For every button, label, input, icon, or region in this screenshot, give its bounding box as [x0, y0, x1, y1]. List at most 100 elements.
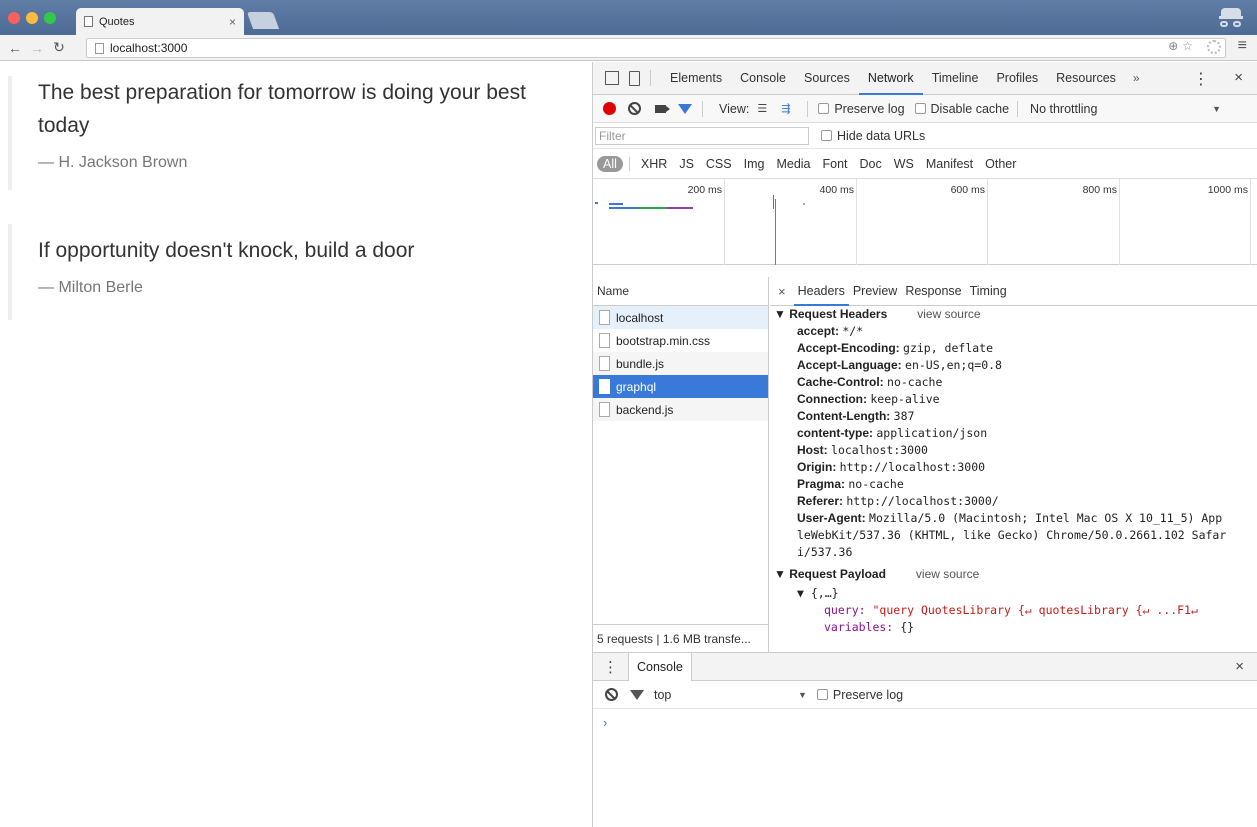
timeline-label: 600 ms [950, 184, 985, 196]
device-mode-icon[interactable] [629, 70, 640, 86]
extension-icon[interactable] [1207, 40, 1221, 54]
close-details-icon[interactable]: × [770, 284, 794, 299]
filter-icon[interactable] [678, 103, 692, 114]
capture-screenshots-icon[interactable] [655, 104, 670, 113]
overview-icon[interactable]: ⇶ [781, 102, 797, 115]
close-tab-icon[interactable]: × [229, 15, 236, 29]
url-text: localhost:3000 [110, 41, 188, 55]
throttling-select[interactable]: No throttling [1030, 102, 1097, 116]
type-other[interactable]: Other [980, 157, 1021, 171]
checkbox[interactable] [821, 130, 832, 141]
divider [702, 100, 703, 117]
tab-preview[interactable]: Preview [849, 277, 901, 306]
forward-icon[interactable]: → [26, 40, 48, 56]
quote-text: If opportunity doesn't knock, build a do… [38, 239, 415, 262]
reload-icon[interactable]: ↻ [48, 39, 70, 56]
tab-console[interactable]: Console [731, 62, 795, 95]
file-icon [599, 356, 610, 371]
header-line: accept: */* [797, 324, 864, 338]
request-payload-section[interactable]: ▼ Request Payload view source [770, 567, 1257, 581]
new-tab-button[interactable] [246, 12, 280, 29]
type-ws[interactable]: WS [889, 157, 919, 171]
view-source-link[interactable]: view source [917, 307, 980, 321]
browser-toolbar: ← → ↻ localhost:3000 ⊕☆ ≡ [0, 35, 1257, 61]
large-rows-icon[interactable]: ☰ [757, 102, 773, 115]
filter-input[interactable]: Filter [595, 126, 809, 145]
tab-headers[interactable]: Headers [793, 277, 849, 306]
disable-cache-checkbox[interactable]: Disable cache [914, 101, 1010, 116]
tab-network[interactable]: Network [858, 62, 923, 95]
minimize-window-button[interactable] [26, 12, 38, 24]
request-summary: 5 requests | 1.6 MB transfe... [593, 624, 769, 652]
payload-property: query: "query QuotesLibrary {↵ quotesLib… [824, 603, 1198, 617]
type-media[interactable]: Media [771, 157, 815, 171]
tab-elements[interactable]: Elements [661, 62, 731, 95]
divider [650, 70, 651, 86]
header-line: Origin: http://localhost:3000 [797, 460, 986, 474]
close-devtools-icon[interactable]: × [1234, 69, 1243, 86]
console-drawer: ⋮ Console × top ▼ Preserve log › [593, 652, 1257, 827]
chevron-down-icon[interactable]: ▼ [1212, 104, 1221, 114]
name-column-header[interactable]: Name [593, 277, 768, 306]
type-manifest[interactable]: Manifest [921, 157, 978, 171]
menu-icon[interactable]: ≡ [1238, 37, 1247, 55]
tab-resources[interactable]: Resources [1047, 62, 1125, 95]
network-overview[interactable]: 200 ms 400 ms 600 ms 800 ms 1000 ms [593, 179, 1257, 265]
zoom-bookmark-icons[interactable]: ⊕☆ [1168, 39, 1197, 53]
filter-icon[interactable] [630, 689, 644, 700]
request-headers-section[interactable]: ▼ Request Headers view source [770, 307, 1257, 321]
tab-title: Quotes [99, 15, 135, 28]
request-row[interactable]: bundle.js [593, 352, 768, 375]
tab-response[interactable]: Response [901, 277, 965, 306]
drawer-menu-icon[interactable]: ⋮ [593, 658, 628, 676]
checkbox[interactable] [818, 103, 830, 114]
close-window-button[interactable] [8, 12, 20, 24]
clear-console-icon[interactable] [605, 688, 618, 701]
more-tabs-icon[interactable]: » [1125, 71, 1148, 85]
tab-console-drawer[interactable]: Console [628, 652, 692, 681]
file-icon [599, 333, 610, 348]
type-xhr[interactable]: XHR [636, 157, 672, 171]
type-js[interactable]: JS [674, 157, 699, 171]
request-row[interactable]: backend.js [593, 398, 768, 421]
preserve-log-checkbox[interactable]: Preserve log [818, 102, 905, 116]
request-row[interactable]: bootstrap.min.css [593, 329, 768, 352]
network-toolbar: View: ☰ ⇶ Preserve log Disable cache No … [593, 95, 1257, 123]
context-select[interactable]: top [654, 688, 794, 702]
hide-data-urls-checkbox[interactable]: Hide data URLs [821, 129, 925, 143]
type-all[interactable]: All [597, 155, 623, 172]
payload-root[interactable]: ▼ {,…} [770, 585, 1257, 602]
filter-row: Filter Hide data URLs [593, 123, 1257, 149]
disable-cache-label: Disable cache [930, 101, 1010, 116]
address-bar[interactable]: localhost:3000 [86, 38, 1226, 58]
type-css[interactable]: CSS [701, 157, 737, 171]
devtools-menu-icon[interactable]: ⋮ [1193, 69, 1209, 89]
maximize-window-button[interactable] [44, 12, 56, 24]
console-prompt[interactable]: › [593, 715, 1257, 730]
checkbox[interactable] [816, 689, 828, 700]
type-img[interactable]: Img [739, 157, 770, 171]
tab-sources[interactable]: Sources [795, 62, 859, 95]
type-doc[interactable]: Doc [855, 157, 887, 171]
divider [807, 100, 809, 117]
request-row-selected[interactable]: graphql [593, 375, 768, 398]
header-line: content-type: application/json [797, 426, 988, 440]
header-line: Referer: http://localhost:3000/ [797, 494, 999, 508]
request-row[interactable]: localhost [593, 306, 768, 329]
console-preserve-log-checkbox[interactable]: Preserve log [816, 688, 903, 702]
type-font[interactable]: Font [818, 157, 853, 171]
window-titlebar: Quotes × [0, 0, 1257, 35]
chevron-down-icon[interactable]: ▼ [798, 690, 807, 700]
clear-icon[interactable] [628, 102, 641, 115]
tab-timeline[interactable]: Timeline [923, 62, 988, 95]
quote-card: The best preparation for tomorrow is doi… [8, 76, 568, 190]
checkbox[interactable] [914, 103, 926, 114]
view-source-link[interactable]: view source [916, 567, 979, 581]
back-icon[interactable]: ← [4, 40, 26, 56]
tab-profiles[interactable]: Profiles [987, 62, 1047, 95]
close-drawer-icon[interactable]: × [1235, 658, 1244, 675]
record-icon[interactable] [603, 102, 616, 115]
browser-tab[interactable]: Quotes × [76, 8, 244, 35]
tab-timing[interactable]: Timing [966, 277, 1011, 306]
inspect-element-icon[interactable] [605, 71, 619, 85]
